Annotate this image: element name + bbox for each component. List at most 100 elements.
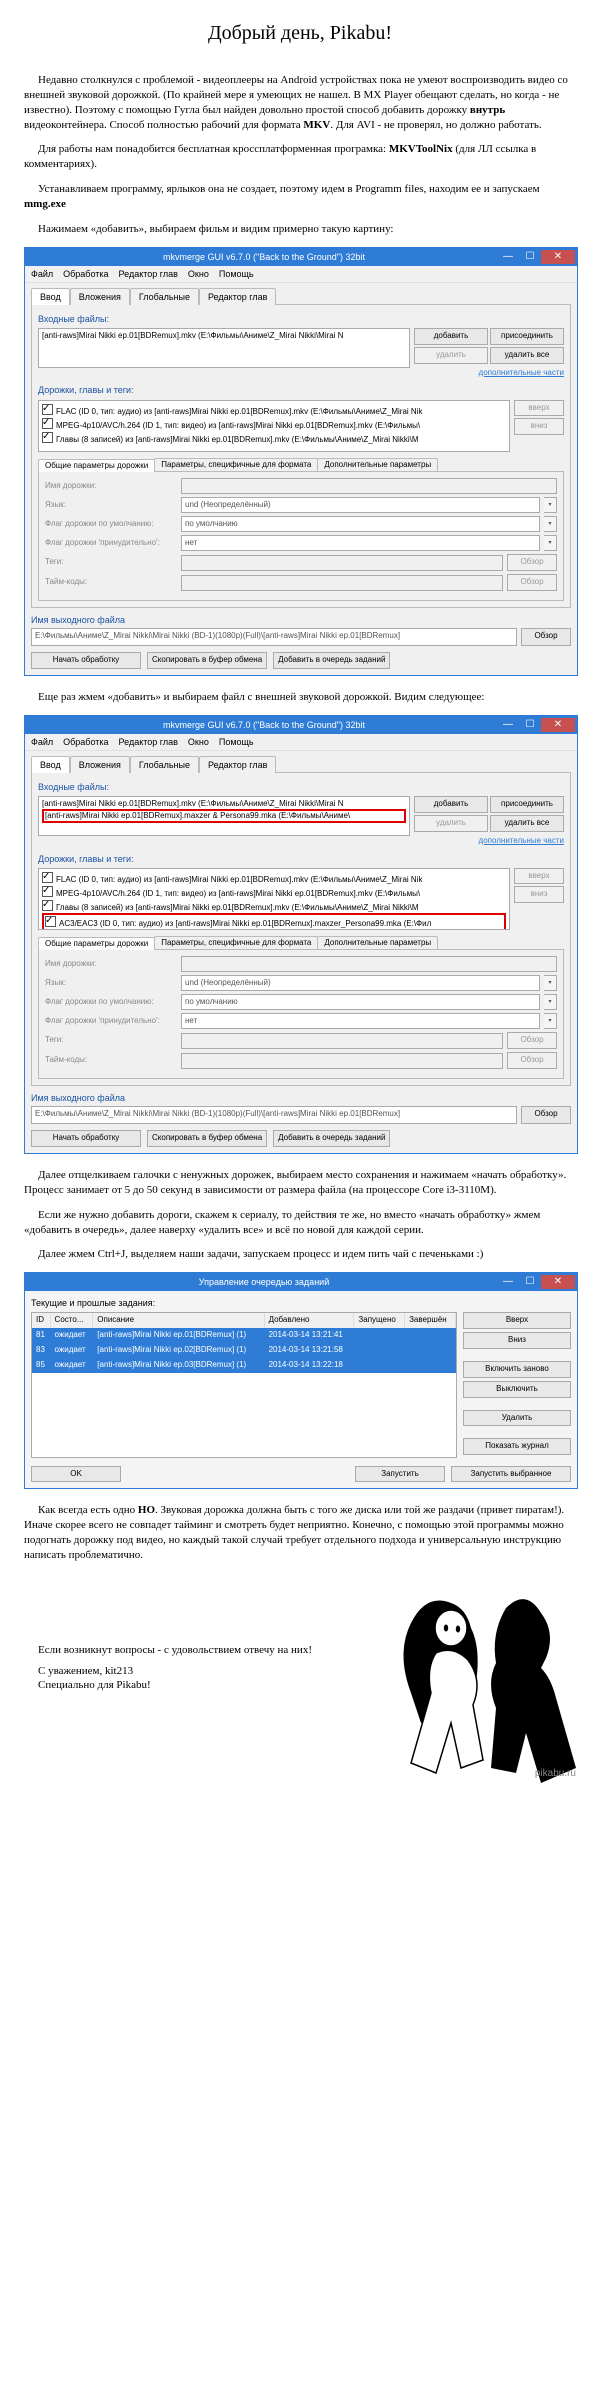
track-checkbox[interactable] (42, 872, 53, 883)
chevron-down-icon[interactable]: ▾ (544, 975, 557, 991)
track-lang-select[interactable]: und (Неопределённый) (181, 975, 540, 991)
track-timecodes-input[interactable] (181, 575, 503, 591)
job-row[interactable]: 81ожидает[anti-raws]Mirai Nikki ep.01[BD… (32, 1328, 456, 1343)
timecodes-browse-button[interactable]: Обзор (507, 574, 557, 591)
job-delete-button[interactable]: Удалить (463, 1410, 571, 1427)
subtab-extra[interactable]: Дополнительные параметры (317, 458, 438, 472)
job-row[interactable]: 83ожидает[anti-raws]Mirai Nikki ep.02[BD… (32, 1343, 456, 1358)
job-up-button[interactable]: Вверх (463, 1312, 571, 1329)
track-timecodes-input[interactable] (181, 1053, 503, 1069)
track-checkbox[interactable] (42, 418, 53, 429)
menu-window[interactable]: Окно (188, 268, 209, 280)
chevron-down-icon[interactable]: ▾ (544, 1013, 557, 1029)
track-name-input[interactable] (181, 956, 557, 972)
job-log-button[interactable]: Показать журнал (463, 1438, 571, 1455)
col-status[interactable]: Состо... (51, 1313, 94, 1328)
track-item-highlighted[interactable]: AC3/EAC3 (ID 0, тип: аудио) из [anti-raw… (42, 913, 506, 930)
timecodes-browse-button[interactable]: Обзор (507, 1052, 557, 1069)
tab-attachments[interactable]: Вложения (70, 756, 130, 773)
tab-chapter-editor[interactable]: Редактор глав (199, 756, 276, 773)
track-checkbox[interactable] (42, 404, 53, 415)
track-item[interactable]: MPEG-4p10/AVC/h.264 (ID 1, тип: видео) и… (42, 417, 506, 431)
copy-clipboard-button[interactable]: Скопировать в буфер обмена (147, 652, 267, 669)
track-default-select[interactable]: по умолчанию (181, 994, 540, 1010)
job-start-selected-button[interactable]: Запустить выбранное (451, 1466, 571, 1483)
minimize-icon[interactable]: — (497, 250, 519, 264)
close-icon[interactable]: ✕ (541, 250, 575, 264)
remove-all-button[interactable]: удалить все (490, 815, 564, 832)
track-lang-select[interactable]: und (Неопределённый) (181, 497, 540, 513)
tags-browse-button[interactable]: Обзор (507, 554, 557, 571)
menu-process[interactable]: Обработка (63, 736, 108, 748)
track-item[interactable]: Главы (8 записей) из [anti-raws]Mirai Ni… (42, 431, 506, 445)
remove-all-button[interactable]: удалить все (490, 347, 564, 364)
track-name-input[interactable] (181, 478, 557, 494)
add-to-queue-button[interactable]: Добавить в очередь заданий (273, 1130, 390, 1147)
chevron-down-icon[interactable]: ▾ (544, 535, 557, 551)
track-checkbox[interactable] (42, 432, 53, 443)
tags-browse-button[interactable]: Обзор (507, 1032, 557, 1049)
track-item[interactable]: MPEG-4p10/AVC/h.264 (ID 1, тип: видео) и… (42, 885, 506, 899)
col-added[interactable]: Добавлено (265, 1313, 355, 1328)
maximize-icon[interactable]: ☐ (519, 718, 541, 732)
close-icon[interactable]: ✕ (541, 1275, 575, 1289)
subtab-format[interactable]: Параметры, специфичные для формата (154, 458, 318, 472)
menu-help[interactable]: Помощь (219, 736, 254, 748)
minimize-icon[interactable]: — (497, 718, 519, 732)
track-up-button[interactable]: вверх (514, 868, 564, 885)
tab-input[interactable]: Ввод (31, 288, 70, 305)
job-disable-button[interactable]: Выключить (463, 1381, 571, 1398)
menu-file[interactable]: Файл (31, 268, 53, 280)
track-checkbox[interactable] (45, 916, 56, 927)
append-file-button[interactable]: присоединить (490, 328, 564, 345)
output-file-input[interactable]: E:\Фильмы\Аниме\Z_Mirai Nikki\Mirai Nikk… (31, 628, 517, 646)
copy-clipboard-button[interactable]: Скопировать в буфер обмена (147, 1130, 267, 1147)
job-ok-button[interactable]: OK (31, 1466, 121, 1483)
menu-chapters[interactable]: Редактор глав (119, 736, 178, 748)
tab-global[interactable]: Глобальные (130, 288, 199, 305)
tracks-list[interactable]: FLAC (ID 0, тип: аудио) из [anti-raws]Mi… (38, 400, 510, 452)
input-files-list[interactable]: [anti-raws]Mirai Nikki ep.01[BDRemux].mk… (38, 796, 410, 836)
track-down-button[interactable]: вниз (514, 886, 564, 903)
job-start-button[interactable]: Запустить (355, 1466, 445, 1483)
tab-attachments[interactable]: Вложения (70, 288, 130, 305)
menu-file[interactable]: Файл (31, 736, 53, 748)
maximize-icon[interactable]: ☐ (519, 1275, 541, 1289)
chevron-down-icon[interactable]: ▾ (544, 516, 557, 532)
output-file-input[interactable]: E:\Фильмы\Аниме\Z_Mirai Nikki\Mirai Nikk… (31, 1106, 517, 1124)
subtab-general[interactable]: Общие параметры дорожки (38, 459, 155, 473)
track-item[interactable]: FLAC (ID 0, тип: аудио) из [anti-raws]Mi… (42, 403, 506, 417)
add-file-button[interactable]: добавить (414, 328, 488, 345)
job-row[interactable]: 85ожидает[anti-raws]Mirai Nikki ep.03[BD… (32, 1358, 456, 1373)
col-desc[interactable]: Описание (93, 1313, 264, 1328)
tab-chapter-editor[interactable]: Редактор глав (199, 288, 276, 305)
track-item[interactable]: Главы (8 записей) из [anti-raws]Mirai Ni… (42, 899, 506, 913)
job-down-button[interactable]: Вниз (463, 1332, 571, 1349)
track-item[interactable]: FLAC (ID 0, тип: аудио) из [anti-raws]Mi… (42, 871, 506, 885)
additional-parts-link[interactable]: дополнительные части (414, 836, 564, 847)
subtab-format[interactable]: Параметры, специфичные для формата (154, 936, 318, 950)
col-started[interactable]: Запущено (354, 1313, 405, 1328)
track-forced-select[interactable]: нет (181, 1013, 540, 1029)
menu-process[interactable]: Обработка (63, 268, 108, 280)
track-checkbox[interactable] (42, 886, 53, 897)
track-forced-select[interactable]: нет (181, 535, 540, 551)
col-finished[interactable]: Завершён (405, 1313, 456, 1328)
chevron-down-icon[interactable]: ▾ (544, 994, 557, 1010)
maximize-icon[interactable]: ☐ (519, 250, 541, 264)
append-file-button[interactable]: присоединить (490, 796, 564, 813)
input-file-item[interactable]: [anti-raws]Mirai Nikki ep.01[BDRemux].mk… (42, 331, 406, 341)
track-up-button[interactable]: вверх (514, 400, 564, 417)
menu-window[interactable]: Окно (188, 736, 209, 748)
track-checkbox[interactable] (42, 900, 53, 911)
start-muxing-button[interactable]: Начать обработку (31, 652, 141, 669)
close-icon[interactable]: ✕ (541, 718, 575, 732)
additional-parts-link[interactable]: дополнительные части (414, 368, 564, 379)
tracks-list[interactable]: FLAC (ID 0, тип: аудио) из [anti-raws]Mi… (38, 868, 510, 930)
track-tags-input[interactable] (181, 555, 503, 571)
track-down-button[interactable]: вниз (514, 418, 564, 435)
tab-input[interactable]: Ввод (31, 756, 70, 773)
track-tags-input[interactable] (181, 1033, 503, 1049)
tab-global[interactable]: Глобальные (130, 756, 199, 773)
jobs-table[interactable]: ID Состо... Описание Добавлено Запущено … (31, 1312, 457, 1457)
